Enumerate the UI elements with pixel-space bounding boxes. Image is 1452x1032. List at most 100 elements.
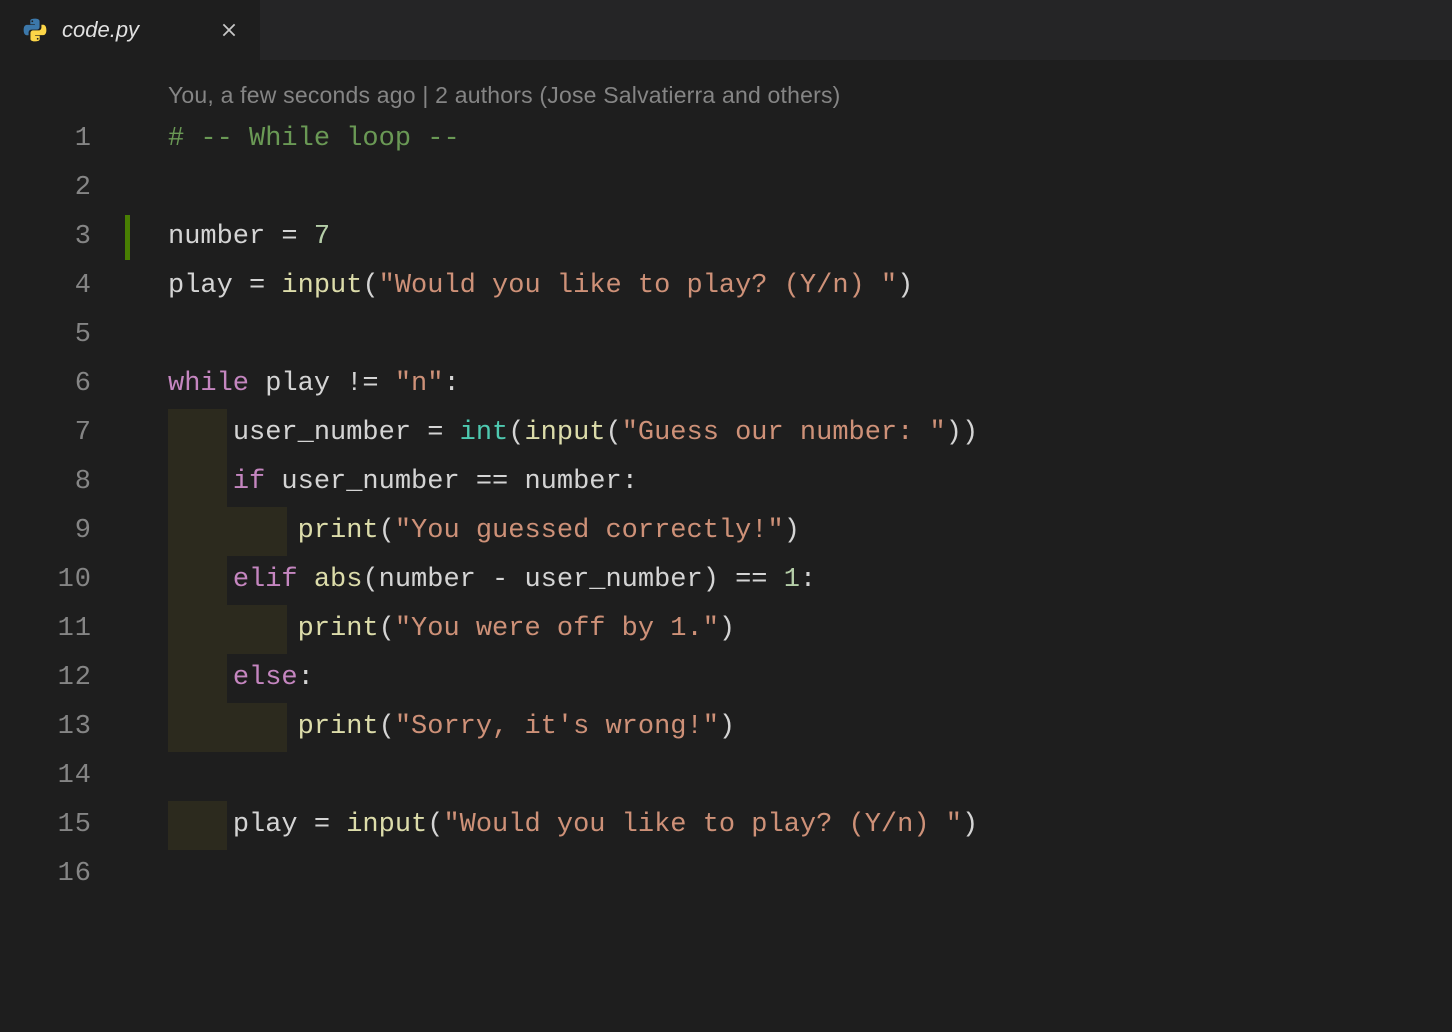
- token-op: -: [476, 565, 525, 595]
- code-cell[interactable]: number = 7: [130, 213, 1452, 262]
- line-number: 4: [0, 262, 130, 311]
- token-op: =: [265, 222, 314, 252]
- token-punct: (: [379, 516, 395, 546]
- code-cell[interactable]: play = input("Would you like to play? (Y…: [130, 262, 1452, 311]
- line-number: 5: [0, 311, 130, 360]
- code-cell[interactable]: [130, 164, 1452, 213]
- token-var: play: [168, 271, 233, 301]
- token-var: user_number: [233, 418, 411, 448]
- code-cell[interactable]: print("Sorry, it's wrong!"): [130, 703, 1452, 752]
- token-punct: ): [703, 565, 719, 595]
- token-str: "Would you like to play? (Y/n) ": [379, 271, 897, 301]
- code-line[interactable]: 1# -- While loop --: [0, 115, 1452, 164]
- token-punct: ): [784, 516, 800, 546]
- token-punct: )): [946, 418, 978, 448]
- token-num: 1: [784, 565, 800, 595]
- line-number: 9: [0, 507, 130, 556]
- code-cell[interactable]: else:: [130, 654, 1452, 703]
- line-number: 2: [0, 164, 130, 213]
- token-var: user_number: [265, 467, 476, 497]
- token-punct: (: [379, 712, 395, 742]
- code-cell[interactable]: print("You guessed correctly!"): [130, 507, 1452, 556]
- token-var: user_number: [524, 565, 702, 595]
- code-line[interactable]: 9 print("You guessed correctly!"): [0, 507, 1452, 556]
- token-punct: (: [427, 810, 443, 840]
- close-icon[interactable]: [220, 21, 238, 39]
- code-cell[interactable]: [130, 752, 1452, 801]
- token-op: =: [298, 810, 347, 840]
- line-number: 6: [0, 360, 130, 409]
- line-number: 8: [0, 458, 130, 507]
- code-cell[interactable]: play = input("Would you like to play? (Y…: [130, 801, 1452, 850]
- token-op: =: [411, 418, 460, 448]
- token-var: number: [508, 467, 621, 497]
- tab-code-py[interactable]: code.py: [0, 0, 260, 60]
- token-punct: (: [508, 418, 524, 448]
- code-cell[interactable]: if user_number == number:: [130, 458, 1452, 507]
- token-str: "Would you like to play? (Y/n) ": [443, 810, 961, 840]
- token-punct: :: [800, 565, 816, 595]
- token-func: input: [524, 418, 605, 448]
- token-var: play: [249, 369, 346, 399]
- token-kw: else: [233, 663, 298, 693]
- token-op: !=: [346, 369, 378, 399]
- token-op: ==: [476, 467, 508, 497]
- token-punct: ): [962, 810, 978, 840]
- token-punct: (: [362, 565, 378, 595]
- code-line[interactable]: 8 if user_number == number:: [0, 458, 1452, 507]
- code-editor[interactable]: 1# -- While loop --23number = 74play = i…: [0, 115, 1452, 899]
- token-func: input: [281, 271, 362, 301]
- code-cell[interactable]: [130, 311, 1452, 360]
- token-kw: elif: [233, 565, 298, 595]
- code-line[interactable]: 5: [0, 311, 1452, 360]
- code-cell[interactable]: while play != "n":: [130, 360, 1452, 409]
- git-codelens[interactable]: You, a few seconds ago | 2 authors (Jose…: [0, 60, 1452, 115]
- line-number: 14: [0, 752, 130, 801]
- token-func: print: [298, 516, 379, 546]
- code-cell[interactable]: print("You were off by 1."): [130, 605, 1452, 654]
- token-punct: ): [719, 614, 735, 644]
- tab-filename: code.py: [62, 17, 206, 43]
- line-number: 3: [0, 213, 130, 262]
- line-number: 10: [0, 556, 130, 605]
- token-func: print: [298, 614, 379, 644]
- token-func: abs: [314, 565, 363, 595]
- token-punct: :: [298, 663, 314, 693]
- code-line[interactable]: 6while play != "n":: [0, 360, 1452, 409]
- line-number: 13: [0, 703, 130, 752]
- code-line[interactable]: 3number = 7: [0, 213, 1452, 262]
- code-line[interactable]: 4play = input("Would you like to play? (…: [0, 262, 1452, 311]
- code-line[interactable]: 7 user_number = int(input("Guess our num…: [0, 409, 1452, 458]
- line-number: 11: [0, 605, 130, 654]
- token-str: "You guessed correctly!": [395, 516, 784, 546]
- token-punct: :: [622, 467, 638, 497]
- token-var: number: [379, 565, 476, 595]
- token-punct: :: [443, 369, 459, 399]
- code-cell[interactable]: user_number = int(input("Guess our numbe…: [130, 409, 1452, 458]
- code-line[interactable]: 12 else:: [0, 654, 1452, 703]
- line-number: 7: [0, 409, 130, 458]
- code-cell[interactable]: elif abs(number - user_number) == 1:: [130, 556, 1452, 605]
- code-line[interactable]: 13 print("Sorry, it's wrong!"): [0, 703, 1452, 752]
- code-line[interactable]: 11 print("You were off by 1."): [0, 605, 1452, 654]
- token-str: "n": [379, 369, 444, 399]
- code-line[interactable]: 16: [0, 850, 1452, 899]
- token-kw: if: [233, 467, 265, 497]
- code-line[interactable]: 10 elif abs(number - user_number) == 1:: [0, 556, 1452, 605]
- token-str: "Guess our number: ": [622, 418, 946, 448]
- code-line[interactable]: 15 play = input("Would you like to play?…: [0, 801, 1452, 850]
- token-kw: while: [168, 369, 249, 399]
- code-cell[interactable]: # -- While loop --: [130, 115, 1452, 164]
- token-num: 7: [314, 222, 330, 252]
- token-func: input: [346, 810, 427, 840]
- code-line[interactable]: 2: [0, 164, 1452, 213]
- tab-bar: code.py: [0, 0, 1452, 60]
- token-var: [298, 565, 314, 595]
- code-line[interactable]: 14: [0, 752, 1452, 801]
- python-file-icon: [22, 17, 48, 43]
- code-cell[interactable]: [130, 850, 1452, 899]
- token-str: "You were off by 1.": [395, 614, 719, 644]
- line-number: 1: [0, 115, 130, 164]
- token-op: =: [233, 271, 282, 301]
- token-punct: (: [605, 418, 621, 448]
